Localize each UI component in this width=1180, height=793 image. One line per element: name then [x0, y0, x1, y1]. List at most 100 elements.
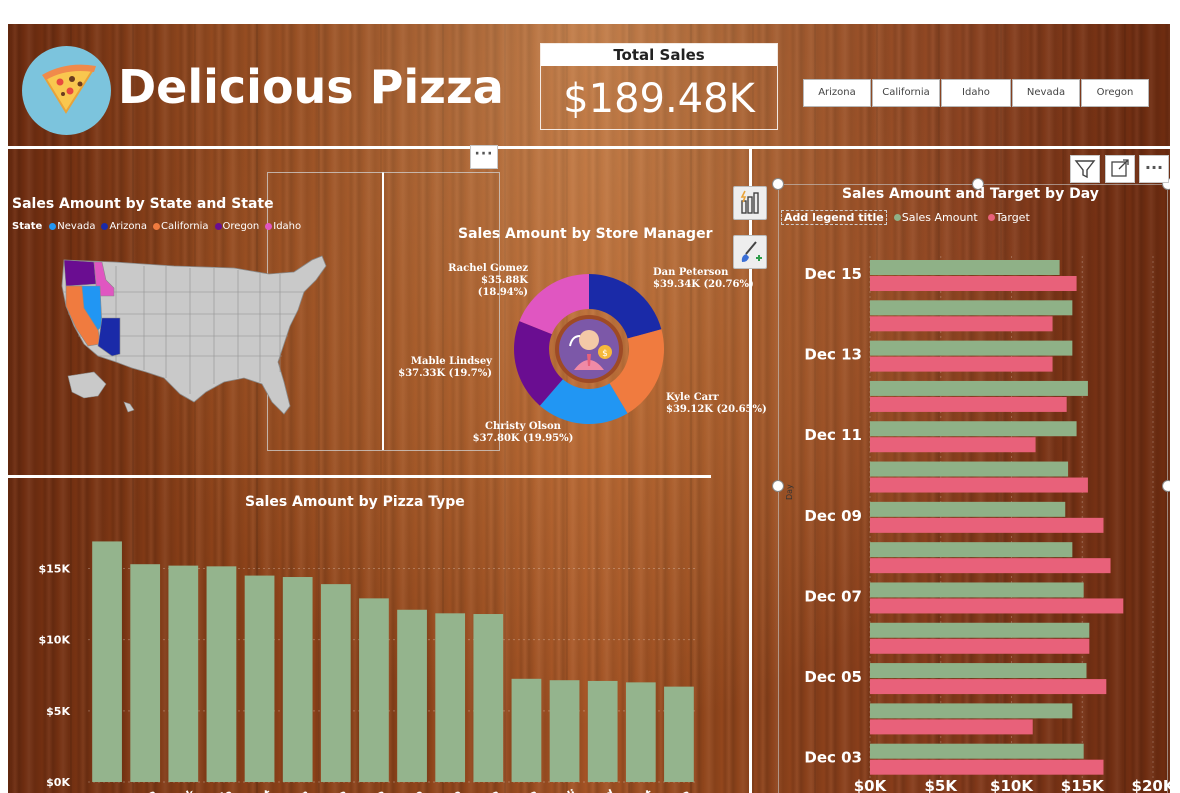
pizza-bar-meatzaa[interactable]	[664, 686, 694, 782]
day-xtick-label: $0K	[854, 777, 888, 793]
pizza-bar-chicken-bali[interactable]	[549, 680, 580, 782]
filter-button[interactable]	[1070, 155, 1100, 183]
pizza-bar-italiano[interactable]	[435, 613, 466, 782]
day-bar-target-dec-07[interactable]	[870, 598, 1124, 614]
kpi-value: $189.48K	[563, 76, 755, 122]
day-bar-sales-amount-dec-05[interactable]	[870, 663, 1087, 679]
pizza-type-chart[interactable]: $0K$5K$10K$15K …peroni...…en Suya…lly St…	[8, 510, 720, 793]
sales-target-by-day-chart[interactable]: Dec 15 Dec 13 Dec 11 Dec 09 Dec 07 Dec 05 Dec …	[780, 230, 1170, 793]
day-bar-target-dec-03[interactable]	[870, 759, 1104, 775]
report-canvas: Delicious Pizza Total Sales $189.48K Ari…	[8, 24, 1170, 793]
map-legend: State Nevada Arizona California Oregon I…	[12, 221, 304, 232]
legend-item-target[interactable]: Target	[987, 211, 1030, 224]
store-manager-donut[interactable]: $	[506, 266, 672, 432]
build-visual-button[interactable]	[733, 186, 767, 220]
pizza-ytick-label: $10K	[39, 634, 71, 647]
resize-handle-top-left[interactable]	[772, 178, 784, 190]
day-bar-sales-amount-dec-07[interactable]	[870, 582, 1084, 598]
pizza-title: Sales Amount by Pizza Type	[245, 494, 465, 510]
day-bar-target-dec-10[interactable]	[870, 477, 1088, 493]
day-bar-sales-amount-dec-11[interactable]	[870, 421, 1077, 437]
day-chart-title: Sales Amount and Target by Day	[842, 186, 1099, 202]
donut-label-kyle-carr: Kyle Carr $39.12K (20.65%)	[666, 392, 767, 415]
pizza-bar-pepperoni[interactable]	[92, 541, 122, 782]
svg-text:$: $	[602, 349, 608, 359]
pizza-bar-beef-suya[interactable]	[473, 614, 504, 782]
legend-item-sales-amount[interactable]: Sales Amount	[893, 211, 978, 224]
legend-item-arizona[interactable]: Arizona	[101, 221, 147, 232]
slicer-idaho[interactable]: Idaho	[941, 79, 1011, 107]
day-bar-target-dec-05[interactable]	[870, 679, 1107, 695]
legend-item-nevada[interactable]: Nevada	[49, 221, 95, 232]
focus-mode-button[interactable]	[1105, 155, 1135, 183]
donut-label-christy-olson: Christy Olson $37.80K (19.95%)	[472, 421, 574, 444]
day-bar-target-dec-08[interactable]	[870, 558, 1111, 574]
day-bar-target-dec-06[interactable]	[870, 638, 1090, 654]
day-bar-target-dec-15[interactable]	[870, 276, 1077, 291]
legend-title-placeholder[interactable]: Add legend title	[781, 210, 887, 225]
day-xtick-label: $20K	[1132, 777, 1170, 793]
slicer-nevada[interactable]: Nevada	[1012, 79, 1080, 107]
more-options-button[interactable]: ···	[470, 145, 498, 169]
pizza-bar-margarita[interactable]	[320, 584, 351, 782]
day-bar-sales-amount-dec-09[interactable]	[870, 501, 1066, 517]
pizza-bar-extravaganza[interactable]	[511, 678, 542, 782]
map-legend-title: State	[12, 221, 43, 232]
format-visual-button[interactable]	[733, 235, 767, 269]
day-bar-sales-amount-dec-08[interactable]	[870, 542, 1073, 558]
pizza-bar-pepperoni-feast[interactable]	[244, 575, 275, 782]
pizza-bar-supreme[interactable]	[397, 609, 427, 782]
pizza-bar-pepperoni-suya[interactable]	[359, 598, 389, 782]
paintbrush-icon	[741, 241, 762, 262]
day-ytick-label: Dec 09	[804, 507, 862, 525]
day-chart-legend: Add legend title Sales Amount Target	[781, 210, 1033, 225]
map-title: Sales Amount by State and State	[12, 196, 274, 212]
slicer-arizona[interactable]: Arizona	[803, 79, 871, 107]
day-bar-sales-amount-dec-03[interactable]	[870, 743, 1084, 759]
day-ytick-label: Dec 07	[804, 587, 862, 605]
day-bar-target-dec-04[interactable]	[870, 719, 1033, 735]
legend-item-california[interactable]: California	[153, 221, 209, 232]
header-divider	[8, 146, 1170, 149]
bar-chart-icon	[740, 190, 759, 214]
day-bar-target-dec-13[interactable]	[870, 356, 1053, 372]
pizza-xtick-label: Italiano	[415, 787, 464, 793]
legend-item-oregon[interactable]: Oregon	[214, 221, 259, 232]
us-map[interactable]	[54, 252, 334, 422]
day-bar-sales-amount-dec-10[interactable]	[870, 461, 1069, 477]
day-bar-target-dec-09[interactable]	[870, 517, 1104, 533]
pizza-bar-philly-steak[interactable]	[168, 565, 199, 782]
day-bar-target-dec-12[interactable]	[870, 396, 1067, 412]
day-ytick-label: Dec 11	[804, 426, 862, 444]
visual-more-options-button[interactable]: ···	[1139, 155, 1169, 183]
day-bar-target-dec-14[interactable]	[870, 316, 1053, 332]
day-bar-sales-amount-dec-06[interactable]	[870, 622, 1090, 638]
day-bar-sales-amount-dec-14[interactable]	[870, 300, 1073, 316]
pizza-bar-garden-veggie[interactable]	[206, 566, 237, 782]
pizza-bar-bbq-chicken[interactable]	[282, 577, 313, 782]
day-xtick-label: $5K	[925, 777, 959, 793]
middle-divider	[8, 475, 711, 478]
day-bar-sales-amount-dec-13[interactable]	[870, 340, 1073, 356]
dashboard-title: Delicious Pizza	[118, 60, 504, 114]
day-xtick-label: $15K	[1061, 777, 1105, 793]
pizza-bar-chicken-feast[interactable]	[625, 682, 656, 782]
total-sales-card[interactable]: Total Sales $189.48K	[540, 43, 778, 130]
pizza-logo	[22, 46, 111, 135]
day-bar-sales-amount-dec-15[interactable]	[870, 260, 1060, 275]
pizza-bar-legend[interactable]	[587, 680, 618, 782]
day-bar-sales-amount-dec-12[interactable]	[870, 380, 1088, 396]
pizza-bar-chicken-suya[interactable]	[130, 564, 161, 782]
pizza-ytick-label: $0K	[46, 776, 70, 789]
legend-item-idaho[interactable]: Idaho	[265, 221, 301, 232]
donut-label-rachel-gomez: Rachel Gomez $35.88K (18.94%)	[448, 263, 528, 298]
day-bar-target-dec-11[interactable]	[870, 437, 1036, 453]
slicer-oregon[interactable]: Oregon	[1081, 79, 1149, 107]
pizza-slice-icon	[42, 64, 96, 114]
slicer-california[interactable]: California	[872, 79, 940, 107]
filter-icon	[1074, 160, 1096, 179]
day-ytick-label: Dec 13	[804, 346, 862, 364]
day-ytick-label: Dec 05	[804, 668, 862, 686]
day-bar-sales-amount-dec-04[interactable]	[870, 703, 1073, 719]
state-oregon	[63, 259, 97, 287]
